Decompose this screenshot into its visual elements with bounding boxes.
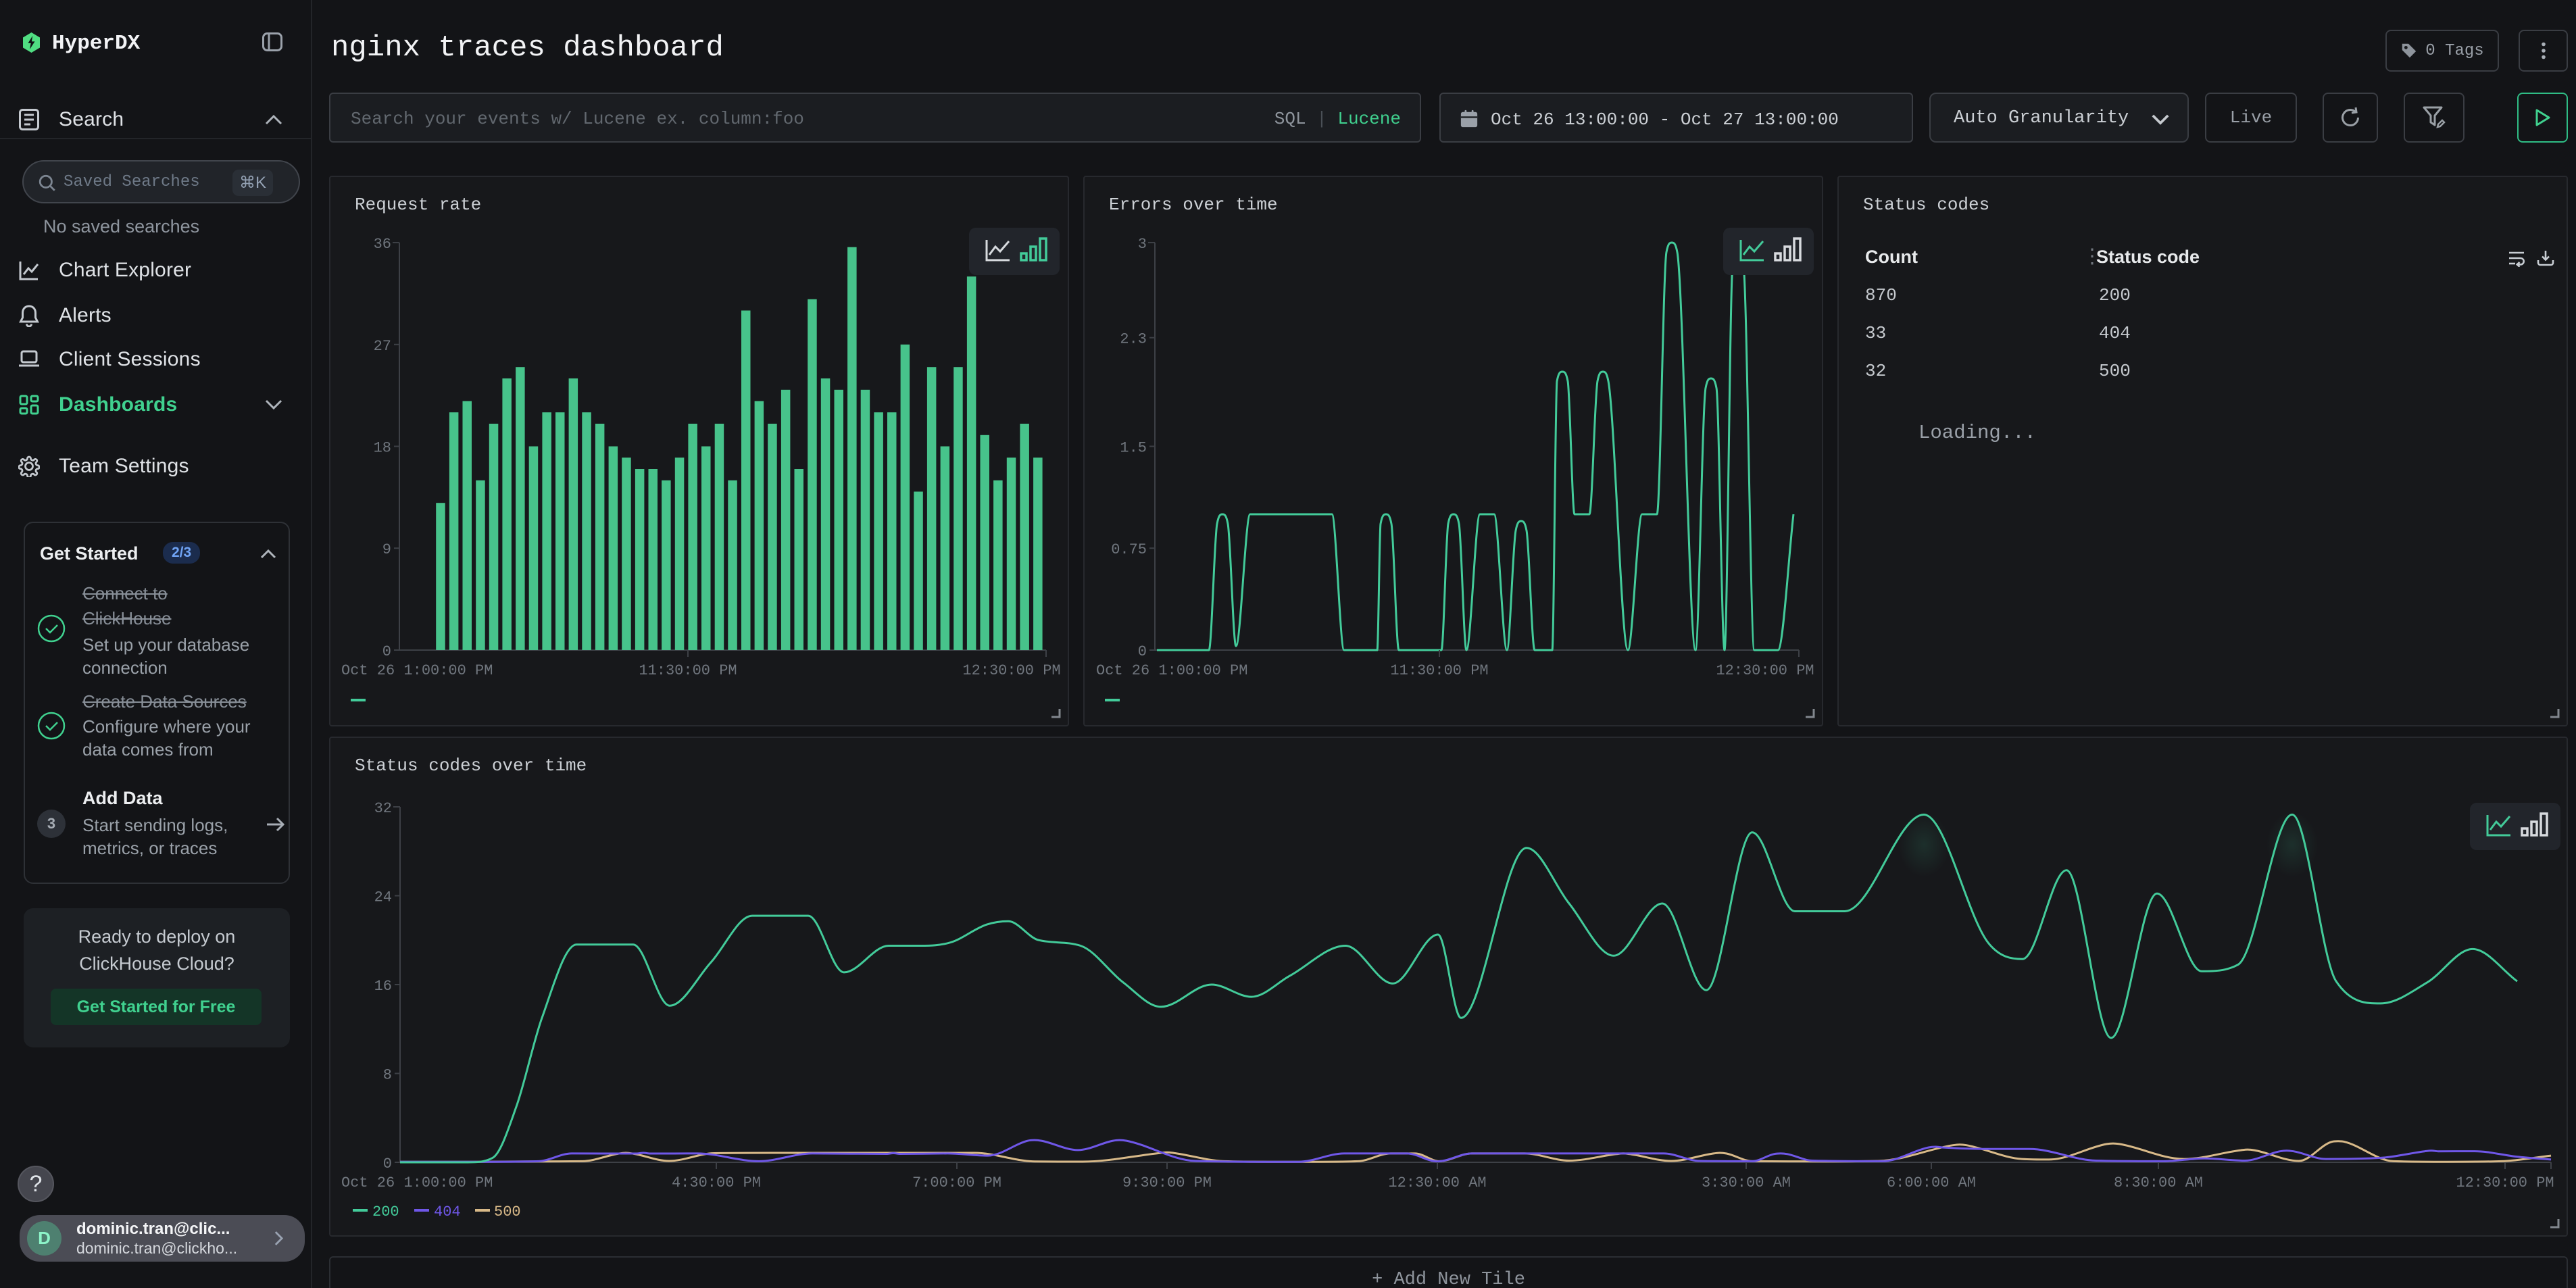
svg-text:200: 200 bbox=[372, 1204, 399, 1220]
svg-text:404: 404 bbox=[434, 1204, 461, 1220]
svg-text:9: 9 bbox=[382, 541, 391, 558]
svg-text:Oct 26 1:00:00 PM: Oct 26 1:00:00 PM bbox=[341, 1174, 493, 1191]
svg-text:16: 16 bbox=[374, 978, 392, 995]
svg-text:24: 24 bbox=[374, 889, 392, 906]
svg-text:36: 36 bbox=[374, 236, 391, 253]
svg-text:3:30:00 AM: 3:30:00 AM bbox=[1702, 1174, 1791, 1191]
svg-text:12:30:00 AM: 12:30:00 AM bbox=[1388, 1174, 1486, 1191]
svg-text:2.3: 2.3 bbox=[1120, 331, 1147, 348]
svg-text:27: 27 bbox=[374, 338, 391, 355]
svg-text:500: 500 bbox=[494, 1204, 521, 1220]
svg-text:0: 0 bbox=[1138, 643, 1147, 660]
svg-text:0.75: 0.75 bbox=[1111, 541, 1147, 558]
svg-text:4:30:00 PM: 4:30:00 PM bbox=[672, 1174, 761, 1191]
svg-text:1.5: 1.5 bbox=[1120, 440, 1147, 457]
svg-text:12:30:00 PM: 12:30:00 PM bbox=[2456, 1174, 2554, 1191]
svg-text:0: 0 bbox=[382, 643, 391, 660]
svg-text:3: 3 bbox=[1138, 236, 1147, 253]
svg-text:18: 18 bbox=[374, 440, 391, 457]
svg-text:0: 0 bbox=[383, 1156, 392, 1172]
svg-text:32: 32 bbox=[374, 800, 392, 817]
svg-text:6:00:00 AM: 6:00:00 AM bbox=[1887, 1174, 1976, 1191]
svg-text:11:30:00 PM: 11:30:00 PM bbox=[639, 662, 737, 679]
svg-text:Oct 26 1:00:00 PM: Oct 26 1:00:00 PM bbox=[341, 662, 493, 679]
svg-text:7:00:00 PM: 7:00:00 PM bbox=[912, 1174, 1001, 1191]
svg-text:12:30:00 PM: 12:30:00 PM bbox=[962, 662, 1060, 679]
svg-text:11:30:00 PM: 11:30:00 PM bbox=[1390, 662, 1488, 679]
svg-text:Oct 26 1:00:00 PM: Oct 26 1:00:00 PM bbox=[1096, 662, 1247, 679]
svg-text:9:30:00 PM: 9:30:00 PM bbox=[1122, 1174, 1212, 1191]
svg-text:12:30:00 PM: 12:30:00 PM bbox=[1716, 662, 1814, 679]
svg-text:8:30:00 AM: 8:30:00 AM bbox=[2114, 1174, 2203, 1191]
svg-text:8: 8 bbox=[383, 1067, 392, 1084]
